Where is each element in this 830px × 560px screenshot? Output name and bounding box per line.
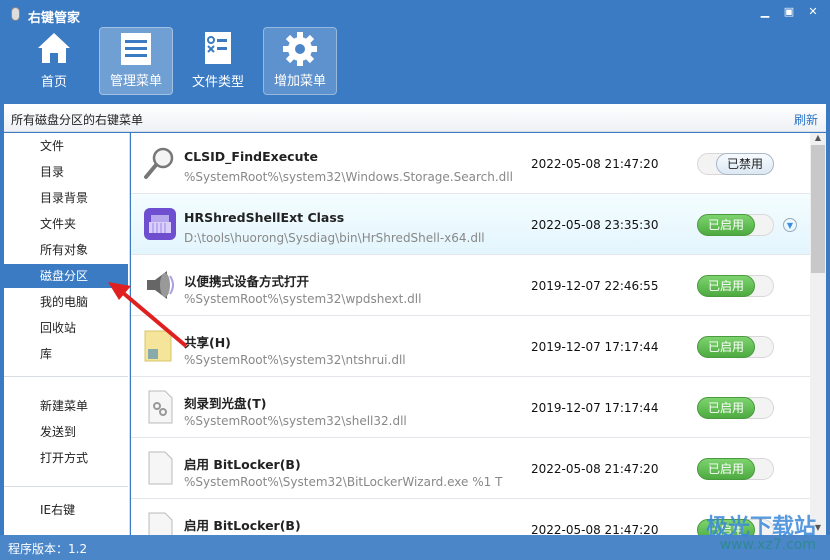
shredder-icon	[143, 207, 177, 241]
toggle-switch[interactable]: 已启用	[697, 214, 774, 236]
watermark-url: www.xz7.com	[719, 537, 816, 553]
sidebar-item-recycle-bin[interactable]: 回收站	[4, 316, 128, 340]
sidebar-item-new-menu[interactable]: 新建菜单	[4, 394, 128, 418]
menu-list: CLSID_FindExecute %SystemRoot%\system32\…	[131, 133, 810, 535]
blank-file-icon	[143, 512, 177, 535]
divider	[4, 486, 128, 487]
list-item[interactable]: 共享(H) %SystemRoot%\system32\ntshrui.dll …	[131, 316, 810, 377]
toggle-switch[interactable]: 已禁用	[697, 153, 774, 175]
title-bar: 右键管家 ▁ ▣ ✕	[0, 0, 830, 30]
status-bar: 程序版本：1.2 极光下载站 www.xz7.com	[0, 515, 830, 560]
divider	[4, 376, 128, 377]
toolbar-add-menu[interactable]: 增加菜单	[263, 27, 337, 95]
sidebar-item-folder[interactable]: 文件夹	[4, 212, 128, 236]
refresh-link[interactable]: 刷新	[794, 111, 818, 128]
close-button[interactable]: ✕	[802, 4, 824, 20]
share-folder-icon	[143, 329, 177, 363]
home-icon	[17, 27, 91, 69]
list-item[interactable]: 以便携式设备方式打开 %SystemRoot%\system32\wpdshex…	[131, 255, 810, 316]
toolbar-manage-menu[interactable]: 管理菜单	[99, 27, 173, 95]
list-item[interactable]: 刻录到光盘(T) %SystemRoot%\system32\shell32.d…	[131, 377, 810, 438]
restore-button[interactable]: ▣	[778, 4, 800, 20]
app-mouse-icon	[11, 7, 20, 21]
list-item[interactable]: CLSID_FindExecute %SystemRoot%\system32\…	[131, 133, 810, 194]
toggle-switch[interactable]: 已启用	[697, 336, 774, 358]
sidebar-item-all-objects[interactable]: 所有对象	[4, 238, 128, 262]
sidebar-item-open-with[interactable]: 打开方式	[4, 446, 128, 470]
file-type-icon	[181, 27, 255, 69]
speaker-icon	[143, 268, 177, 302]
scrollbar-thumb[interactable]	[811, 145, 825, 273]
scrollbar[interactable]: ▲ ▼	[810, 133, 826, 535]
magnifier-icon	[143, 146, 177, 180]
scroll-up-icon[interactable]: ▲	[810, 133, 826, 145]
toolbar: 首页 管理菜单 文件类型 增加菜单	[0, 27, 830, 104]
chevron-down-icon[interactable]: ▼	[783, 218, 797, 232]
toggle-switch[interactable]: 已启用	[697, 275, 774, 297]
toggle-switch[interactable]: 已启用	[697, 458, 774, 480]
list-item[interactable]: HRShredShellExt Class D:\tools\huorong\S…	[131, 194, 810, 255]
sidebar-item-directory-background[interactable]: 目录背景	[4, 186, 128, 210]
sidebar-item-directory[interactable]: 目录	[4, 160, 128, 184]
sidebar-item-file[interactable]: 文件	[4, 134, 128, 158]
toggle-switch[interactable]: 已启用	[697, 397, 774, 419]
toolbar-file-type[interactable]: 文件类型	[181, 27, 255, 95]
subheader: 所有磁盘分区的右键菜单 刷新	[4, 104, 826, 132]
settings-file-icon	[143, 390, 177, 424]
sidebar-item-send-to[interactable]: 发送到	[4, 420, 128, 444]
sidebar-item-library[interactable]: 库	[4, 342, 128, 366]
menu-list-icon	[100, 28, 172, 70]
sidebar-item-my-computer[interactable]: 我的电脑	[4, 290, 128, 314]
app-title: 右键管家	[28, 11, 81, 26]
sidebar: 文件 目录 目录背景 文件夹 所有对象 磁盘分区 我的电脑 回收站 库 新建菜单…	[4, 133, 130, 535]
sidebar-item-ie-context[interactable]: IE右键	[4, 498, 128, 522]
version-label: 程序版本：1.2	[8, 542, 88, 556]
section-title: 所有磁盘分区的右键菜单	[11, 113, 144, 127]
sidebar-item-disk-partition[interactable]: 磁盘分区	[4, 264, 128, 288]
list-item[interactable]: 启用 BitLocker(B) %SystemRoot%\System32\Bi…	[131, 438, 810, 499]
minimize-button[interactable]: ▁	[754, 4, 776, 20]
toolbar-home[interactable]: 首页	[17, 27, 91, 95]
gear-icon	[264, 28, 336, 70]
blank-file-icon	[143, 451, 177, 485]
